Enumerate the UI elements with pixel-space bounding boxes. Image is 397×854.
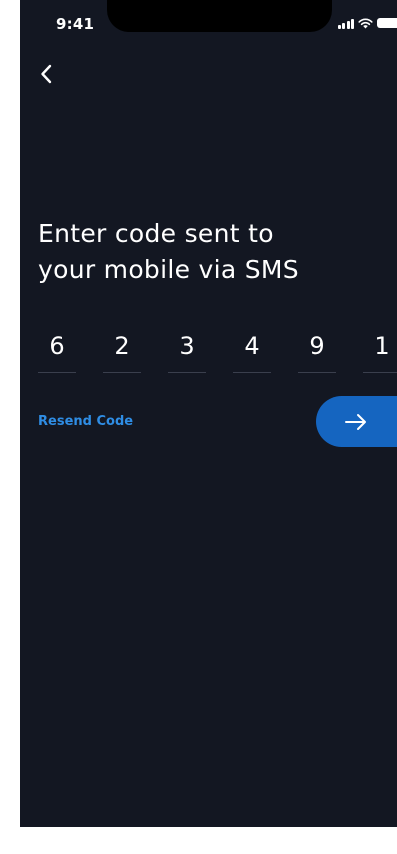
chevron-left-icon xyxy=(41,64,52,84)
battery-icon xyxy=(377,18,397,28)
code-digit-5[interactable]: 9 xyxy=(298,330,336,373)
page-title: Enter code sent to your mobile via SMS xyxy=(38,216,378,288)
resend-code-link[interactable]: Resend Code xyxy=(38,414,133,429)
code-digit-1[interactable]: 6 xyxy=(38,330,76,373)
title-line-2: your mobile via SMS xyxy=(38,255,299,284)
next-button[interactable] xyxy=(316,396,397,447)
device-notch xyxy=(107,0,332,32)
status-time: 9:41 xyxy=(56,15,95,33)
back-button[interactable] xyxy=(34,60,58,88)
verification-screen: 9:41 Enter code sent to your mobile via … xyxy=(20,0,397,827)
wifi-icon xyxy=(358,18,373,28)
code-digit-6[interactable]: 1 xyxy=(363,330,397,373)
arrow-right-icon xyxy=(345,413,366,430)
code-digit-4[interactable]: 4 xyxy=(233,330,271,373)
code-digit-2[interactable]: 2 xyxy=(103,330,141,373)
status-icons xyxy=(337,16,397,30)
code-digit-3[interactable]: 3 xyxy=(168,330,206,373)
signal-icon xyxy=(337,18,354,29)
title-line-1: Enter code sent to xyxy=(38,219,274,248)
